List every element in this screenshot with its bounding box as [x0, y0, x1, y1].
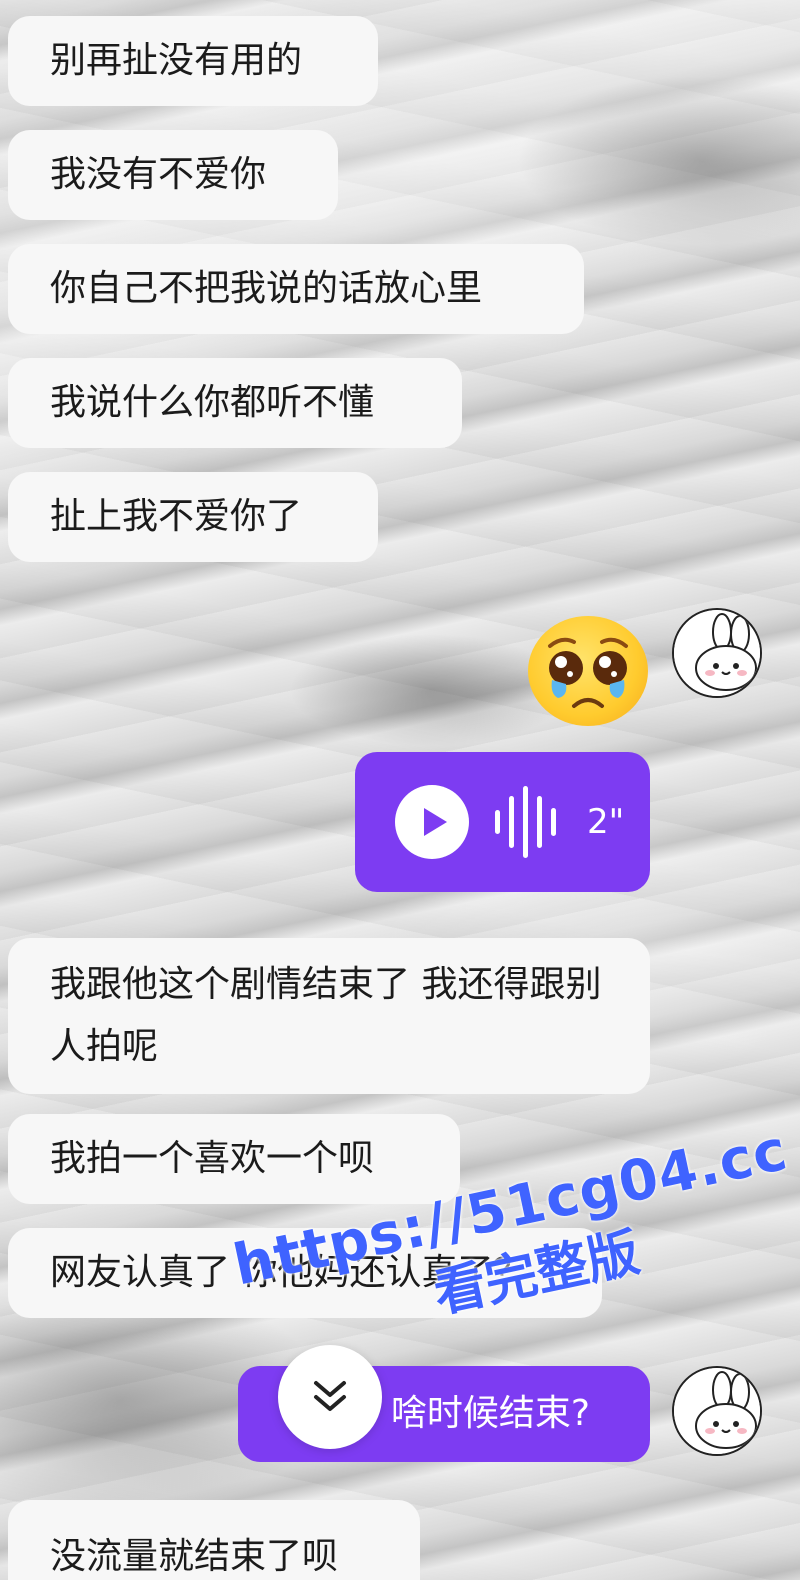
received-message[interactable]: 扯上我不爱你了	[8, 472, 378, 562]
scroll-to-bottom-button[interactable]	[278, 1345, 382, 1449]
bunny-avatar-icon	[674, 1368, 760, 1454]
message-text: 网友认真了 你他妈还认真了？	[50, 1252, 530, 1293]
avatar[interactable]	[672, 1366, 762, 1456]
waveform-icon	[495, 786, 556, 858]
avatar[interactable]	[672, 608, 762, 698]
message-text: 我说什么你都听不懂	[50, 382, 375, 423]
received-message[interactable]: 我没有不爱你	[8, 130, 338, 220]
message-text: 你自己不把我说的话放心里	[50, 268, 483, 309]
bunny-avatar-icon	[674, 610, 760, 696]
message-text: 我拍一个喜欢一个呗	[50, 1138, 375, 1179]
message-text: 别再扯没有用的	[50, 40, 303, 81]
received-message[interactable]: 网友认真了 你他妈还认真了？	[8, 1228, 602, 1318]
play-icon[interactable]	[395, 785, 469, 859]
emoji-face-icon	[548, 637, 628, 708]
message-text: 我跟他这个剧情结束了 我还得跟别人拍呢	[50, 964, 602, 1067]
received-message[interactable]: 我拍一个喜欢一个呗	[8, 1114, 460, 1204]
received-message[interactable]: 没流量就结束了呗	[8, 1500, 420, 1580]
received-message[interactable]: 你自己不把我说的话放心里	[8, 244, 584, 334]
message-text: 啥时候结束?	[390, 1393, 590, 1434]
pleading-crying-face-emoji[interactable]	[528, 616, 648, 726]
double-chevron-down-icon	[314, 1381, 346, 1411]
received-message[interactable]: 我跟他这个剧情结束了 我还得跟别人拍呢	[8, 938, 650, 1094]
message-text: 没流量就结束了呗	[50, 1536, 339, 1577]
received-message[interactable]: 别再扯没有用的	[8, 16, 378, 106]
voice-duration: 2"	[587, 802, 625, 842]
message-text: 我没有不爱你	[50, 154, 267, 195]
message-text: 扯上我不爱你了	[50, 496, 303, 537]
voice-message[interactable]: 2"	[355, 752, 650, 892]
received-message[interactable]: 我说什么你都听不懂	[8, 358, 462, 448]
